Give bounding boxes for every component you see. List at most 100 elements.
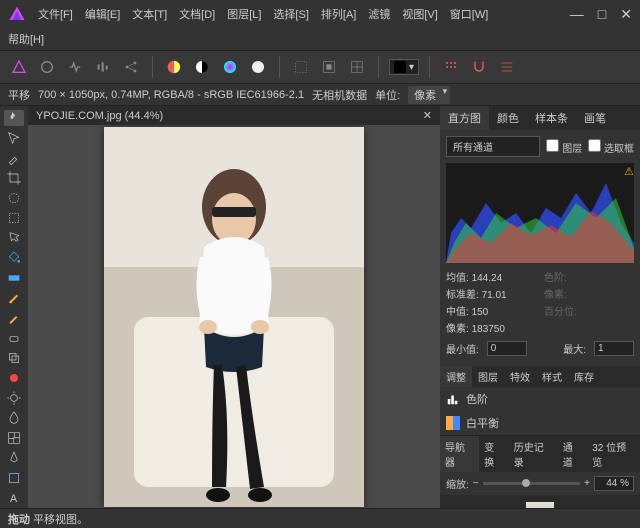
image-info: 700 × 1050px, 0.74MP, RGBA/8 - sRGB IEC6… xyxy=(38,89,304,101)
app-logo xyxy=(8,5,26,23)
auto-wb-icon[interactable] xyxy=(247,56,269,78)
color-swatch[interactable]: ▾ xyxy=(389,59,419,75)
zoom-label: 缩放: xyxy=(446,476,469,491)
menu-filter[interactable]: 滤镜 xyxy=(368,6,390,22)
marquee-tool[interactable] xyxy=(4,210,24,226)
zoom-out-icon[interactable]: − xyxy=(473,478,479,489)
right-panel: 直方图 颜色 样本条 画笔 所有通道 图层 选取框 ⚠ 均值: 144.24 xyxy=(440,106,640,508)
tab-swatches[interactable]: 样本条 xyxy=(527,106,576,130)
gradient-tool[interactable] xyxy=(4,270,24,286)
auto-contrast-icon[interactable] xyxy=(191,56,213,78)
svg-text:⚠: ⚠ xyxy=(624,166,634,178)
auto-levels-icon[interactable] xyxy=(163,56,185,78)
persona-tone-icon[interactable] xyxy=(92,56,114,78)
left-toolbar: A xyxy=(0,106,28,508)
menu-document[interactable]: 文档[D] xyxy=(179,6,215,22)
selection-rect-icon[interactable] xyxy=(290,56,312,78)
menu-text[interactable]: 文本[T] xyxy=(132,6,167,22)
snap-grid-icon[interactable] xyxy=(440,56,462,78)
min-label: 最小值: xyxy=(446,341,479,356)
pen-tool[interactable] xyxy=(4,450,24,466)
panel-tabs-top: 直方图 颜色 样本条 画笔 xyxy=(440,106,640,130)
maximize-icon[interactable]: □ xyxy=(598,6,606,23)
adjustments-list: 色阶 白平衡 xyxy=(440,387,640,435)
canvas-area: YPOJIE.COM.jpg (44.4%) ✕ xyxy=(28,106,440,508)
menu-arrange[interactable]: 排列[A] xyxy=(321,6,356,22)
mesh-warp-tool[interactable] xyxy=(4,430,24,446)
wb-icon xyxy=(446,416,460,430)
paint-brush-tool[interactable] xyxy=(4,290,24,306)
tab-32bit-preview[interactable]: 32 位预览 xyxy=(587,436,640,472)
min-input[interactable] xyxy=(487,341,527,356)
unit-dropdown[interactable]: 像素 xyxy=(408,86,450,104)
auto-colors-icon[interactable] xyxy=(219,56,241,78)
max-input[interactable] xyxy=(594,341,634,356)
close-tab-icon[interactable]: ✕ xyxy=(423,109,432,122)
canvas[interactable] xyxy=(28,125,440,508)
menu-select[interactable]: 选择[S] xyxy=(273,6,308,22)
navigator-preview[interactable] xyxy=(440,495,640,508)
close-icon[interactable]: ✕ xyxy=(620,6,632,23)
tab-stock[interactable]: 库存 xyxy=(568,366,600,387)
flood-select-tool[interactable] xyxy=(4,230,24,246)
levels-icon xyxy=(446,392,460,406)
tab-history[interactable]: 历史记录 xyxy=(509,436,558,472)
adjustment-levels[interactable]: 色阶 xyxy=(440,387,640,411)
snap-toggle-icon[interactable] xyxy=(468,56,490,78)
shape-tool[interactable] xyxy=(4,470,24,486)
adjustment-tabs: 调整 图层 特效 样式 库存 xyxy=(440,366,640,387)
minimize-icon[interactable]: — xyxy=(570,6,584,23)
selection-brush-tool[interactable] xyxy=(4,190,24,206)
pixel-tool[interactable] xyxy=(4,310,24,326)
tab-layers[interactable]: 图层 xyxy=(472,366,504,387)
document-tab[interactable]: YPOJIE.COM.jpg (44.4%) ✕ xyxy=(28,106,440,125)
tab-transform[interactable]: 变换 xyxy=(479,436,509,472)
tab-histogram[interactable]: 直方图 xyxy=(440,106,489,130)
clone-tool[interactable] xyxy=(4,350,24,366)
move-tool[interactable] xyxy=(4,130,24,146)
menu-layer[interactable]: 图层[L] xyxy=(227,6,261,22)
menu-help[interactable]: 帮助[H] xyxy=(8,31,44,47)
tool-mode-label: 平移 xyxy=(8,87,30,103)
menu-file[interactable]: 文件[F] xyxy=(38,6,73,22)
menu-view[interactable]: 视图[V] xyxy=(402,6,437,22)
tab-brushes[interactable]: 画笔 xyxy=(576,106,614,130)
erase-tool[interactable] xyxy=(4,330,24,346)
dodge-tool[interactable] xyxy=(4,390,24,406)
marquee-checkbox[interactable]: 选取框 xyxy=(588,139,634,155)
snap-options-icon[interactable] xyxy=(496,56,518,78)
menubar: 文件[F] 编辑[E] 文本[T] 文档[D] 图层[L] 选择[S] 排列[A… xyxy=(0,0,640,28)
footer-description: 平移视图。 xyxy=(33,511,88,527)
crop-tool[interactable] xyxy=(4,170,24,186)
tab-color[interactable]: 颜色 xyxy=(489,106,527,130)
persona-export-icon[interactable] xyxy=(120,56,142,78)
persona-develop-icon[interactable] xyxy=(64,56,86,78)
zoom-slider[interactable] xyxy=(483,482,581,485)
inpainting-tool[interactable] xyxy=(4,370,24,386)
quick-mask-icon[interactable] xyxy=(318,56,340,78)
blur-tool[interactable] xyxy=(4,410,24,426)
layers-checkbox[interactable]: 图层 xyxy=(546,139,582,155)
color-picker-tool[interactable] xyxy=(4,150,24,166)
zoom-in-icon[interactable]: + xyxy=(584,478,590,489)
persona-photo-icon[interactable] xyxy=(8,56,30,78)
tab-channels[interactable]: 通道 xyxy=(558,436,588,472)
tab-navigator[interactable]: 导航器 xyxy=(440,436,479,472)
adjustment-white-balance[interactable]: 白平衡 xyxy=(440,411,640,435)
flood-fill-tool[interactable] xyxy=(4,250,24,266)
window-controls: — □ ✕ xyxy=(570,6,632,23)
histogram-display: ⚠ xyxy=(446,163,634,263)
tab-effects[interactable]: 特效 xyxy=(504,366,536,387)
show-grid-icon[interactable] xyxy=(346,56,368,78)
view-tool[interactable] xyxy=(4,110,24,126)
text-tool[interactable]: A xyxy=(4,490,24,506)
menu-window[interactable]: 窗口[W] xyxy=(450,6,489,22)
tab-styles[interactable]: 样式 xyxy=(536,366,568,387)
navigator-section: 导航器 变换 历史记录 通道 32 位预览 缩放: − + 44 % xyxy=(440,435,640,508)
zoom-value[interactable]: 44 % xyxy=(594,476,634,491)
tab-adjustments[interactable]: 调整 xyxy=(440,366,472,387)
channel-dropdown[interactable]: 所有通道 xyxy=(446,136,540,157)
persona-liquify-icon[interactable] xyxy=(36,56,58,78)
document-title: YPOJIE.COM.jpg (44.4%) xyxy=(36,110,163,122)
menu-edit[interactable]: 编辑[E] xyxy=(85,6,120,22)
